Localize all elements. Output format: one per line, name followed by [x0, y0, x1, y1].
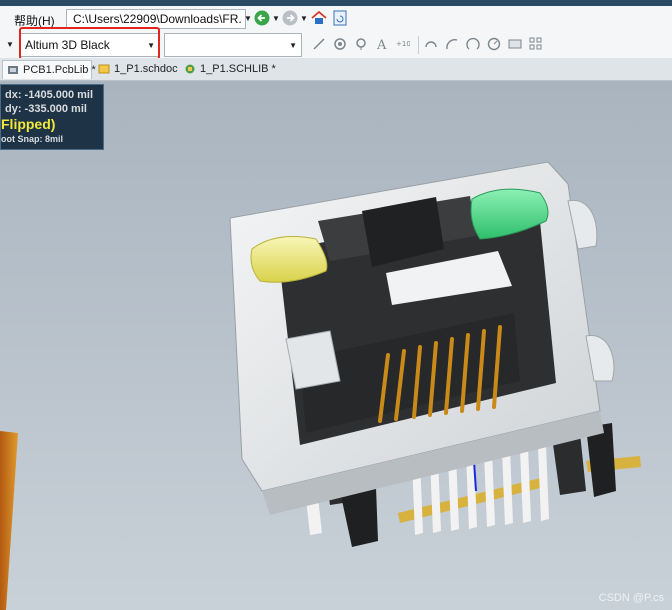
- annotation-highlight-box: [19, 27, 160, 60]
- array-paste-tool-icon[interactable]: [529, 37, 543, 51]
- hud-snap: oot Snap: 8mil: [1, 134, 64, 144]
- hud-dx: dx: -1405.000 mil: [5, 89, 94, 101]
- home-icon[interactable]: [311, 10, 327, 26]
- hud-flipped: Flipped): [1, 116, 56, 132]
- svg-text:A: A: [376, 38, 387, 51]
- pad-tool-icon[interactable]: [333, 37, 347, 51]
- forward-arrow-icon[interactable]: [282, 10, 298, 26]
- tab-schdoc[interactable]: 1_P1.schdoc: [94, 60, 178, 78]
- back-dropdown-arrow-icon[interactable]: ▼: [272, 14, 280, 23]
- rectangle-fill-tool-icon[interactable]: [508, 37, 522, 51]
- hud-dy: dy: -335.000 mil: [5, 103, 87, 115]
- text-tool-icon[interactable]: A: [375, 37, 389, 51]
- back-arrow-icon[interactable]: [254, 10, 270, 26]
- tab-label: 1_P1.SCHLIB *: [200, 63, 276, 75]
- refresh-doc-icon[interactable]: [332, 10, 348, 26]
- line-tool-icon[interactable]: [312, 37, 326, 51]
- tab-label: PCB1.PcbLib *: [23, 64, 96, 76]
- document-tabbar: PCB1.PcbLib * 1_P1.schdoc 1_P1.SCHLIB *: [0, 58, 672, 81]
- coordinate-tool-icon[interactable]: +10,10: [396, 37, 410, 51]
- via-tool-icon[interactable]: [354, 37, 368, 51]
- tab-schlib[interactable]: 1_P1.SCHLIB *: [180, 60, 276, 78]
- led-yellow: [250, 236, 328, 283]
- pcb-icon: [8, 66, 18, 74]
- tab-label: 1_P1.schdoc: [114, 63, 178, 75]
- document-path-text: C:\Users\22909\Downloads\FR.: [73, 12, 242, 26]
- svg-text:+10,10: +10,10: [396, 40, 410, 48]
- toolbar-separator: [418, 36, 419, 54]
- schlib-icon: [185, 64, 195, 74]
- watermark: CSDN @P.cs: [598, 592, 664, 604]
- full-circle-tool-icon[interactable]: [487, 37, 501, 51]
- forward-dropdown-arrow-icon[interactable]: ▼: [300, 14, 308, 23]
- tab-pcblib[interactable]: PCB1.PcbLib *: [2, 60, 96, 79]
- coordinate-hud: dx: -1405.000 mil dy: -335.000 mil Flipp…: [0, 84, 104, 150]
- toolbar-overflow-arrow-icon[interactable]: ▼: [6, 40, 14, 49]
- arc-center-tool-icon[interactable]: [424, 37, 438, 51]
- secondary-select[interactable]: ▼: [164, 33, 302, 57]
- pcb-3d-viewport[interactable]: [0, 81, 672, 610]
- arc-any-angle-tool-icon[interactable]: [466, 37, 480, 51]
- path-dropdown-arrow-icon[interactable]: ▼: [244, 14, 252, 23]
- secondary-dropdown-arrow-icon: ▼: [289, 41, 297, 50]
- schematic-icon: [98, 64, 110, 74]
- document-path-field[interactable]: C:\Users\22909\Downloads\FR.: [66, 9, 246, 29]
- arc-edge-tool-icon[interactable]: [445, 37, 459, 51]
